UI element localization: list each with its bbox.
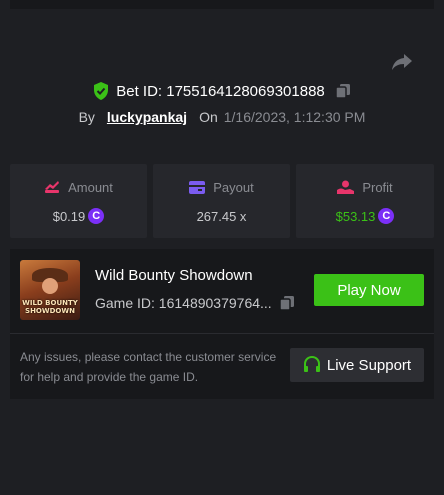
share-icon[interactable] xyxy=(390,52,414,72)
game-thumbnail[interactable]: WILD BOUNTY SHOWDOWN xyxy=(20,260,80,320)
bet-date: 1/16/2023, 1:12:30 PM xyxy=(223,109,366,125)
payout-icon xyxy=(189,180,206,194)
stat-profit: Profit $53.13 C xyxy=(296,164,434,238)
copy-icon[interactable] xyxy=(278,295,295,311)
stat-payout-label: Payout xyxy=(213,179,254,195)
thumbnail-logo-text: WILD BOUNTY SHOWDOWN xyxy=(22,299,78,315)
stat-profit-label: Profit xyxy=(362,179,393,195)
coin-icon: C xyxy=(88,208,105,224)
bet-id-text: Bet ID: 1755164128069301888 xyxy=(116,82,325,100)
stat-amount-value: $0.19 xyxy=(52,208,86,224)
game-title: Wild Bounty Showdown xyxy=(95,267,253,284)
game-id-text: Game ID: 1614890379764... xyxy=(95,295,272,311)
stat-payout: Payout 267.45 x xyxy=(153,164,290,238)
game-card: WILD BOUNTY SHOWDOWN Wild Bounty Showdow… xyxy=(10,249,434,399)
headset-icon xyxy=(303,356,320,372)
stat-amount: Amount $0.19 C xyxy=(10,164,147,238)
coin-icon: C xyxy=(378,208,395,224)
play-now-button[interactable]: Play Now xyxy=(314,274,424,306)
bet-author-row: By luckypankaj On 1/16/2023, 1:12:30 PM xyxy=(0,107,444,127)
game-id-row: Game ID: 1614890379764... xyxy=(95,293,295,313)
top-bar xyxy=(10,0,434,9)
live-support-label: Live Support xyxy=(326,356,412,374)
shield-check-icon xyxy=(94,82,109,100)
bet-id-row: Bet ID: 1755164128069301888 xyxy=(0,80,444,102)
stat-amount-label: Amount xyxy=(68,179,113,195)
support-message: Any issues, please contact the customer … xyxy=(20,350,277,384)
amount-icon xyxy=(45,181,60,193)
username-link[interactable]: luckypankaj xyxy=(107,109,187,125)
by-label: By xyxy=(78,109,95,125)
stat-payout-value: 267.45 x xyxy=(196,208,247,224)
divider xyxy=(10,333,434,334)
thumbnail-face xyxy=(42,278,58,294)
copy-icon[interactable] xyxy=(335,83,351,99)
profit-icon xyxy=(337,180,355,194)
on-label: On xyxy=(199,109,218,125)
stat-profit-value: $53.13 xyxy=(335,208,376,224)
live-support-button[interactable]: Live Support xyxy=(290,348,424,382)
